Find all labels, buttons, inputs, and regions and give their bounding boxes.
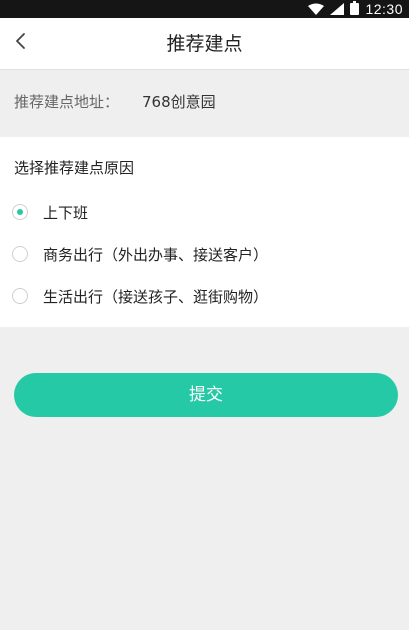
address-row: 推荐建点地址： 768创意园	[0, 70, 409, 134]
radio-unchecked-icon[interactable]	[12, 246, 28, 262]
radio-checked-icon[interactable]	[12, 204, 28, 220]
reason-section-title: 选择推荐建点原因	[14, 159, 135, 177]
address-value: 768创意园	[142, 93, 216, 111]
reason-option-life[interactable]: 生活出行（接送孩子、逛街购物）	[0, 278, 409, 314]
status-icons: 12:30	[308, 0, 403, 18]
reason-option-label: 上下班	[43, 203, 89, 222]
page-title: 推荐建点	[166, 33, 243, 55]
header-bar: 推荐建点	[0, 18, 409, 70]
reason-card: 选择推荐建点原因 上下班 商务出行（外出办事、接送客户） 生活出行（接送孩子、逛…	[0, 137, 409, 327]
reason-option-commute[interactable]: 上下班	[0, 194, 409, 230]
reason-option-label: 商务出行（外出办事、接送客户）	[43, 245, 269, 264]
status-time: 12:30	[365, 1, 403, 17]
address-label: 推荐建点地址：	[14, 93, 120, 111]
wifi-icon	[308, 0, 325, 19]
reason-option-label: 生活出行（接送孩子、逛街购物）	[43, 287, 269, 306]
battery-icon	[350, 0, 360, 19]
signal-icon	[330, 0, 345, 19]
radio-unchecked-icon[interactable]	[12, 288, 28, 304]
status-bar: 12:30	[0, 0, 409, 18]
reason-option-business[interactable]: 商务出行（外出办事、接送客户）	[0, 236, 409, 272]
submit-button[interactable]: 提交	[14, 373, 398, 417]
